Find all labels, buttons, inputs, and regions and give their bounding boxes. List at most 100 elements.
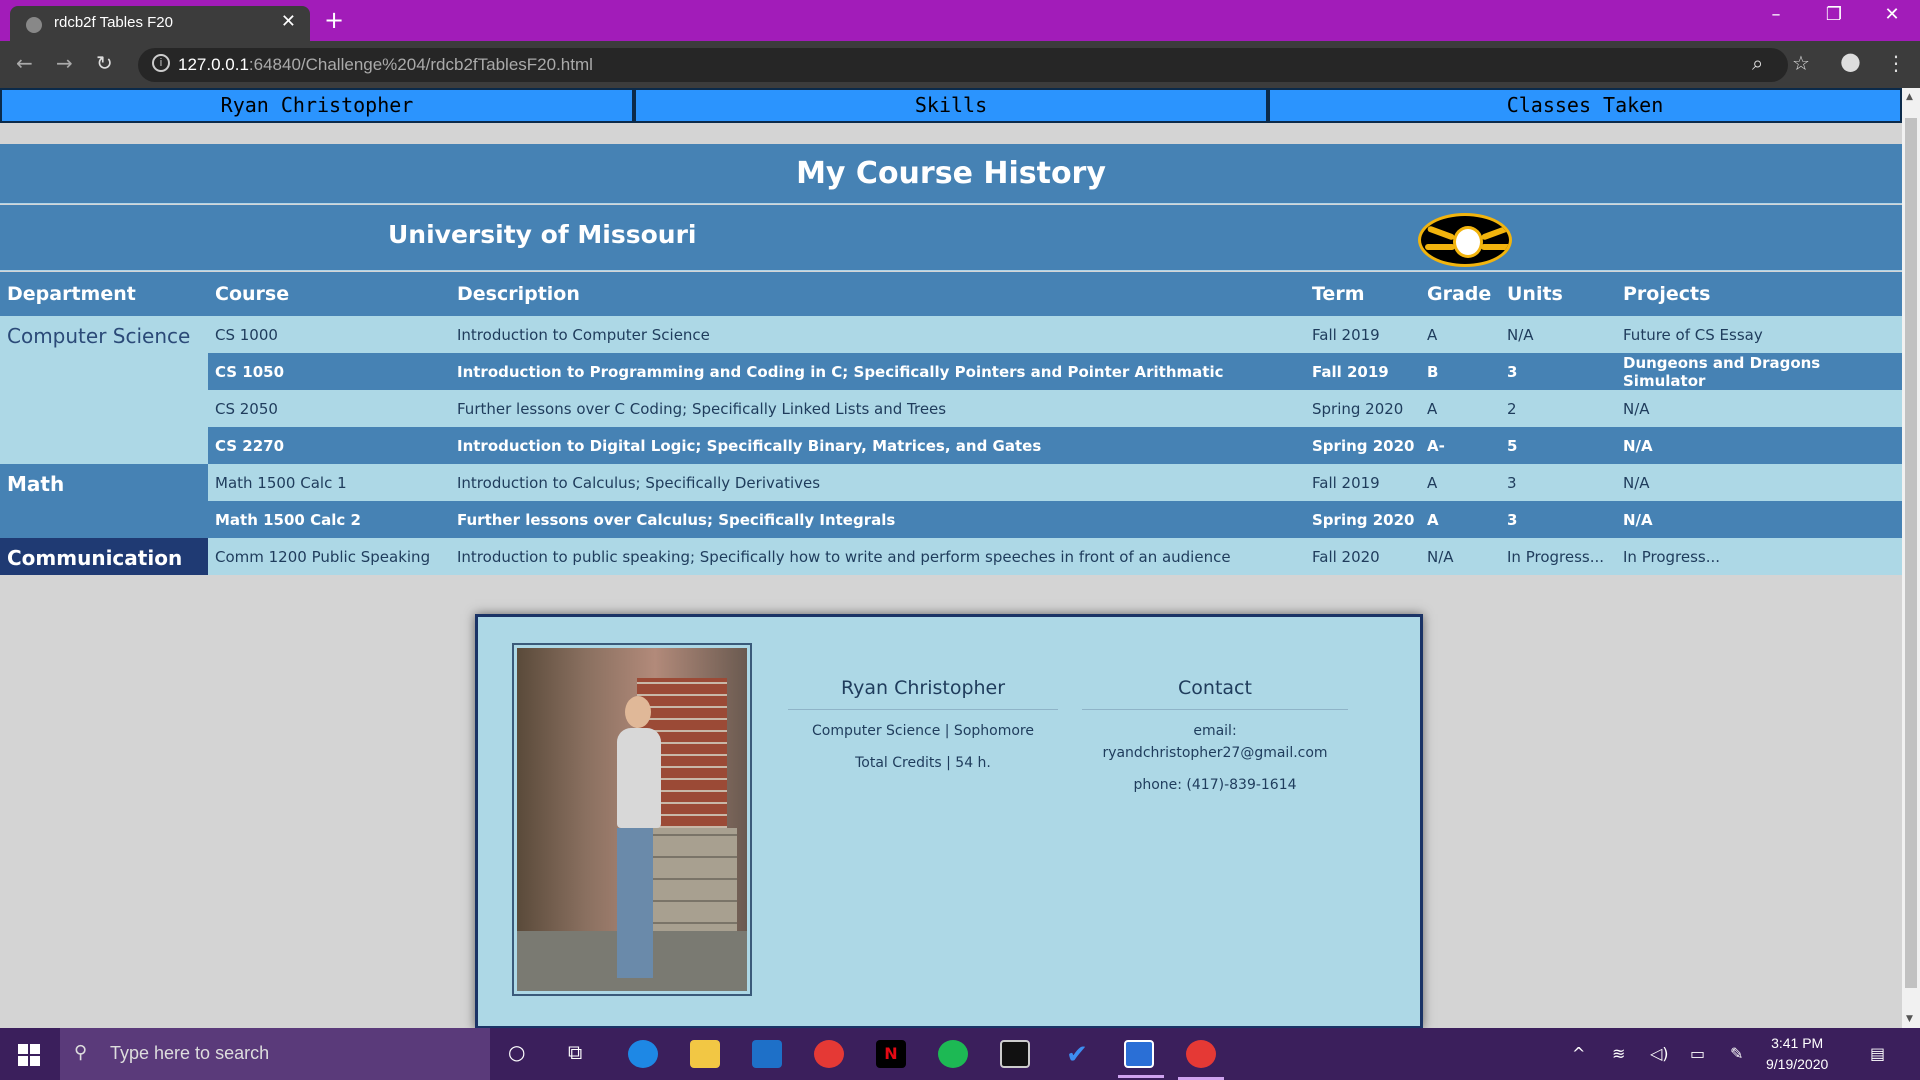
email-label: email:: [1193, 723, 1237, 739]
terminal-icon[interactable]: [1000, 1040, 1030, 1068]
header-projects: Projects: [1616, 272, 1902, 316]
table-row: Communication Comm 1200 Public Speaking …: [0, 538, 1902, 575]
units-cell: In Progress...: [1500, 538, 1616, 575]
edge-icon[interactable]: [628, 1040, 658, 1068]
back-icon[interactable]: ←: [16, 51, 33, 75]
menu-icon[interactable]: ⋮: [1886, 51, 1906, 75]
term-cell: Spring 2020: [1305, 390, 1420, 427]
description-cell: Introduction to Digital Logic; Specifica…: [450, 427, 1305, 464]
nav-item-classes[interactable]: Classes Taken: [1268, 88, 1902, 123]
description-cell: Introduction to Computer Science: [450, 316, 1305, 353]
restore-icon[interactable]: ❐: [1814, 4, 1854, 25]
term-cell: Spring 2020: [1305, 501, 1420, 538]
page-content: Ryan Christopher Skills Classes Taken My…: [0, 88, 1902, 1028]
page-scrollbar[interactable]: ▲ ▼: [1902, 88, 1920, 1028]
term-cell: Fall 2019: [1305, 316, 1420, 353]
description-cell: Further lessons over Calculus; Specifica…: [450, 501, 1305, 538]
course-cell: Math 1500 Calc 2: [208, 501, 450, 538]
plus-icon[interactable]: +: [324, 6, 344, 34]
projects-cell: N/A: [1616, 390, 1902, 427]
chrome-icon[interactable]: [814, 1040, 844, 1068]
scroll-down-icon[interactable]: ▼: [1906, 1014, 1913, 1024]
projects-cell: N/A: [1616, 464, 1902, 501]
course-cell: Comm 1200 Public Speaking: [208, 538, 450, 575]
spotify-icon[interactable]: [938, 1040, 968, 1068]
chrome-active-icon[interactable]: [1178, 1040, 1224, 1080]
course-cell: Math 1500 Calc 1: [208, 464, 450, 501]
profile-card: Ryan Christopher Computer Science | Soph…: [475, 614, 1423, 1028]
course-cell: CS 2050: [208, 390, 450, 427]
header-department: Department: [0, 272, 208, 316]
zoom-icon[interactable]: ⌕: [1752, 51, 1763, 75]
university-header: University of Missouri: [0, 205, 1902, 271]
notifications-icon[interactable]: ▤: [1870, 1044, 1885, 1063]
table-row: CS 1050 Introduction to Programming and …: [0, 353, 1902, 390]
term-cell: Fall 2020: [1305, 538, 1420, 575]
projects-cell: Dungeons and Dragons Simulator: [1616, 353, 1902, 390]
scroll-thumb[interactable]: [1905, 118, 1917, 988]
header-term: Term: [1305, 272, 1420, 316]
close-window-icon[interactable]: ✕: [1872, 4, 1912, 25]
close-tab-icon[interactable]: ✕: [281, 11, 296, 32]
units-cell: 2: [1500, 390, 1616, 427]
globe-icon: [26, 17, 42, 33]
email-link[interactable]: ryandchristopher27@gmail.com: [1102, 745, 1327, 761]
wifi-icon[interactable]: ≋: [1612, 1044, 1625, 1063]
top-nav: Ryan Christopher Skills Classes Taken: [0, 88, 1902, 123]
page-title: My Course History: [0, 144, 1902, 204]
description-cell: Introduction to Programming and Coding i…: [450, 353, 1305, 390]
clock-date: 9/19/2020: [1766, 1056, 1829, 1072]
browser-tab-strip: rdcb2f Tables F20 ✕ + – ❐ ✕: [0, 0, 1920, 41]
table-row: Math 1500 Calc 2 Further lessons over Ca…: [0, 501, 1902, 538]
header-grade: Grade: [1420, 272, 1500, 316]
battery-icon[interactable]: ▭: [1690, 1044, 1705, 1063]
site-info-icon[interactable]: i: [152, 54, 170, 72]
course-cell: CS 2270: [208, 427, 450, 464]
table-row: Math Math 1500 Calc 1 Introduction to Ca…: [0, 464, 1902, 538]
taskbar-clock[interactable]: 3:41 PM 9/19/2020: [1766, 1033, 1828, 1075]
volume-icon[interactable]: ◁): [1650, 1044, 1669, 1063]
browser-tab[interactable]: rdcb2f Tables F20 ✕: [10, 6, 310, 41]
windows-start-icon[interactable]: [18, 1044, 40, 1066]
nav-item-name[interactable]: Ryan Christopher: [0, 88, 634, 123]
grade-cell: B: [1420, 353, 1500, 390]
url-input[interactable]: i 127.0.0.1:64840/Challenge%204/rdcb2fTa…: [138, 48, 1788, 82]
tiger-logo-icon: [1418, 213, 1512, 267]
forward-icon[interactable]: →: [56, 51, 73, 75]
cortana-icon[interactable]: ○: [508, 1040, 525, 1064]
nav-item-skills[interactable]: Skills: [634, 88, 1268, 123]
projects-cell: In Progress...: [1616, 538, 1902, 575]
grade-cell: A: [1420, 501, 1500, 538]
pen-icon[interactable]: ✎: [1730, 1044, 1743, 1063]
mail-icon[interactable]: [752, 1040, 782, 1068]
profile-name: Ryan Christopher: [788, 677, 1058, 710]
reload-icon[interactable]: ↻: [96, 51, 113, 75]
file-explorer-icon[interactable]: [690, 1040, 720, 1068]
todo-icon[interactable]: ✔: [1062, 1040, 1092, 1070]
netflix-icon[interactable]: N: [876, 1040, 906, 1068]
grade-cell: N/A: [1420, 538, 1500, 575]
projects-cell: Future of CS Essay: [1616, 316, 1902, 353]
task-view-icon[interactable]: ⧉: [568, 1040, 582, 1064]
vscode-icon[interactable]: [1118, 1040, 1164, 1078]
profile-icon[interactable]: ●: [1840, 47, 1861, 75]
units-cell: 3: [1500, 353, 1616, 390]
header-description: Description: [450, 272, 1305, 316]
course-cell: CS 1000: [208, 316, 450, 353]
description-cell: Further lessons over C Coding; Specifica…: [450, 390, 1305, 427]
star-icon[interactable]: ☆: [1792, 51, 1810, 75]
units-cell: 5: [1500, 427, 1616, 464]
contact-title: Contact: [1082, 677, 1348, 710]
search-placeholder: Type here to search: [110, 1043, 270, 1063]
chevron-up-icon[interactable]: ^: [1572, 1044, 1585, 1063]
university-name: University of Missouri: [388, 220, 697, 249]
table-row: CS 2050 Further lessons over C Coding; S…: [0, 390, 1902, 427]
minimize-icon[interactable]: –: [1756, 4, 1796, 25]
url-text: 127.0.0.1:64840/Challenge%204/rdcb2fTabl…: [178, 55, 593, 74]
contact-info: Contact email: ryandchristopher27@gmail.…: [1082, 677, 1348, 806]
grade-cell: A: [1420, 316, 1500, 353]
term-cell: Fall 2019: [1305, 353, 1420, 390]
term-cell: Spring 2020: [1305, 427, 1420, 464]
scroll-up-icon[interactable]: ▲: [1906, 92, 1913, 102]
taskbar-search-input[interactable]: ⚲ Type here to search: [60, 1028, 490, 1080]
